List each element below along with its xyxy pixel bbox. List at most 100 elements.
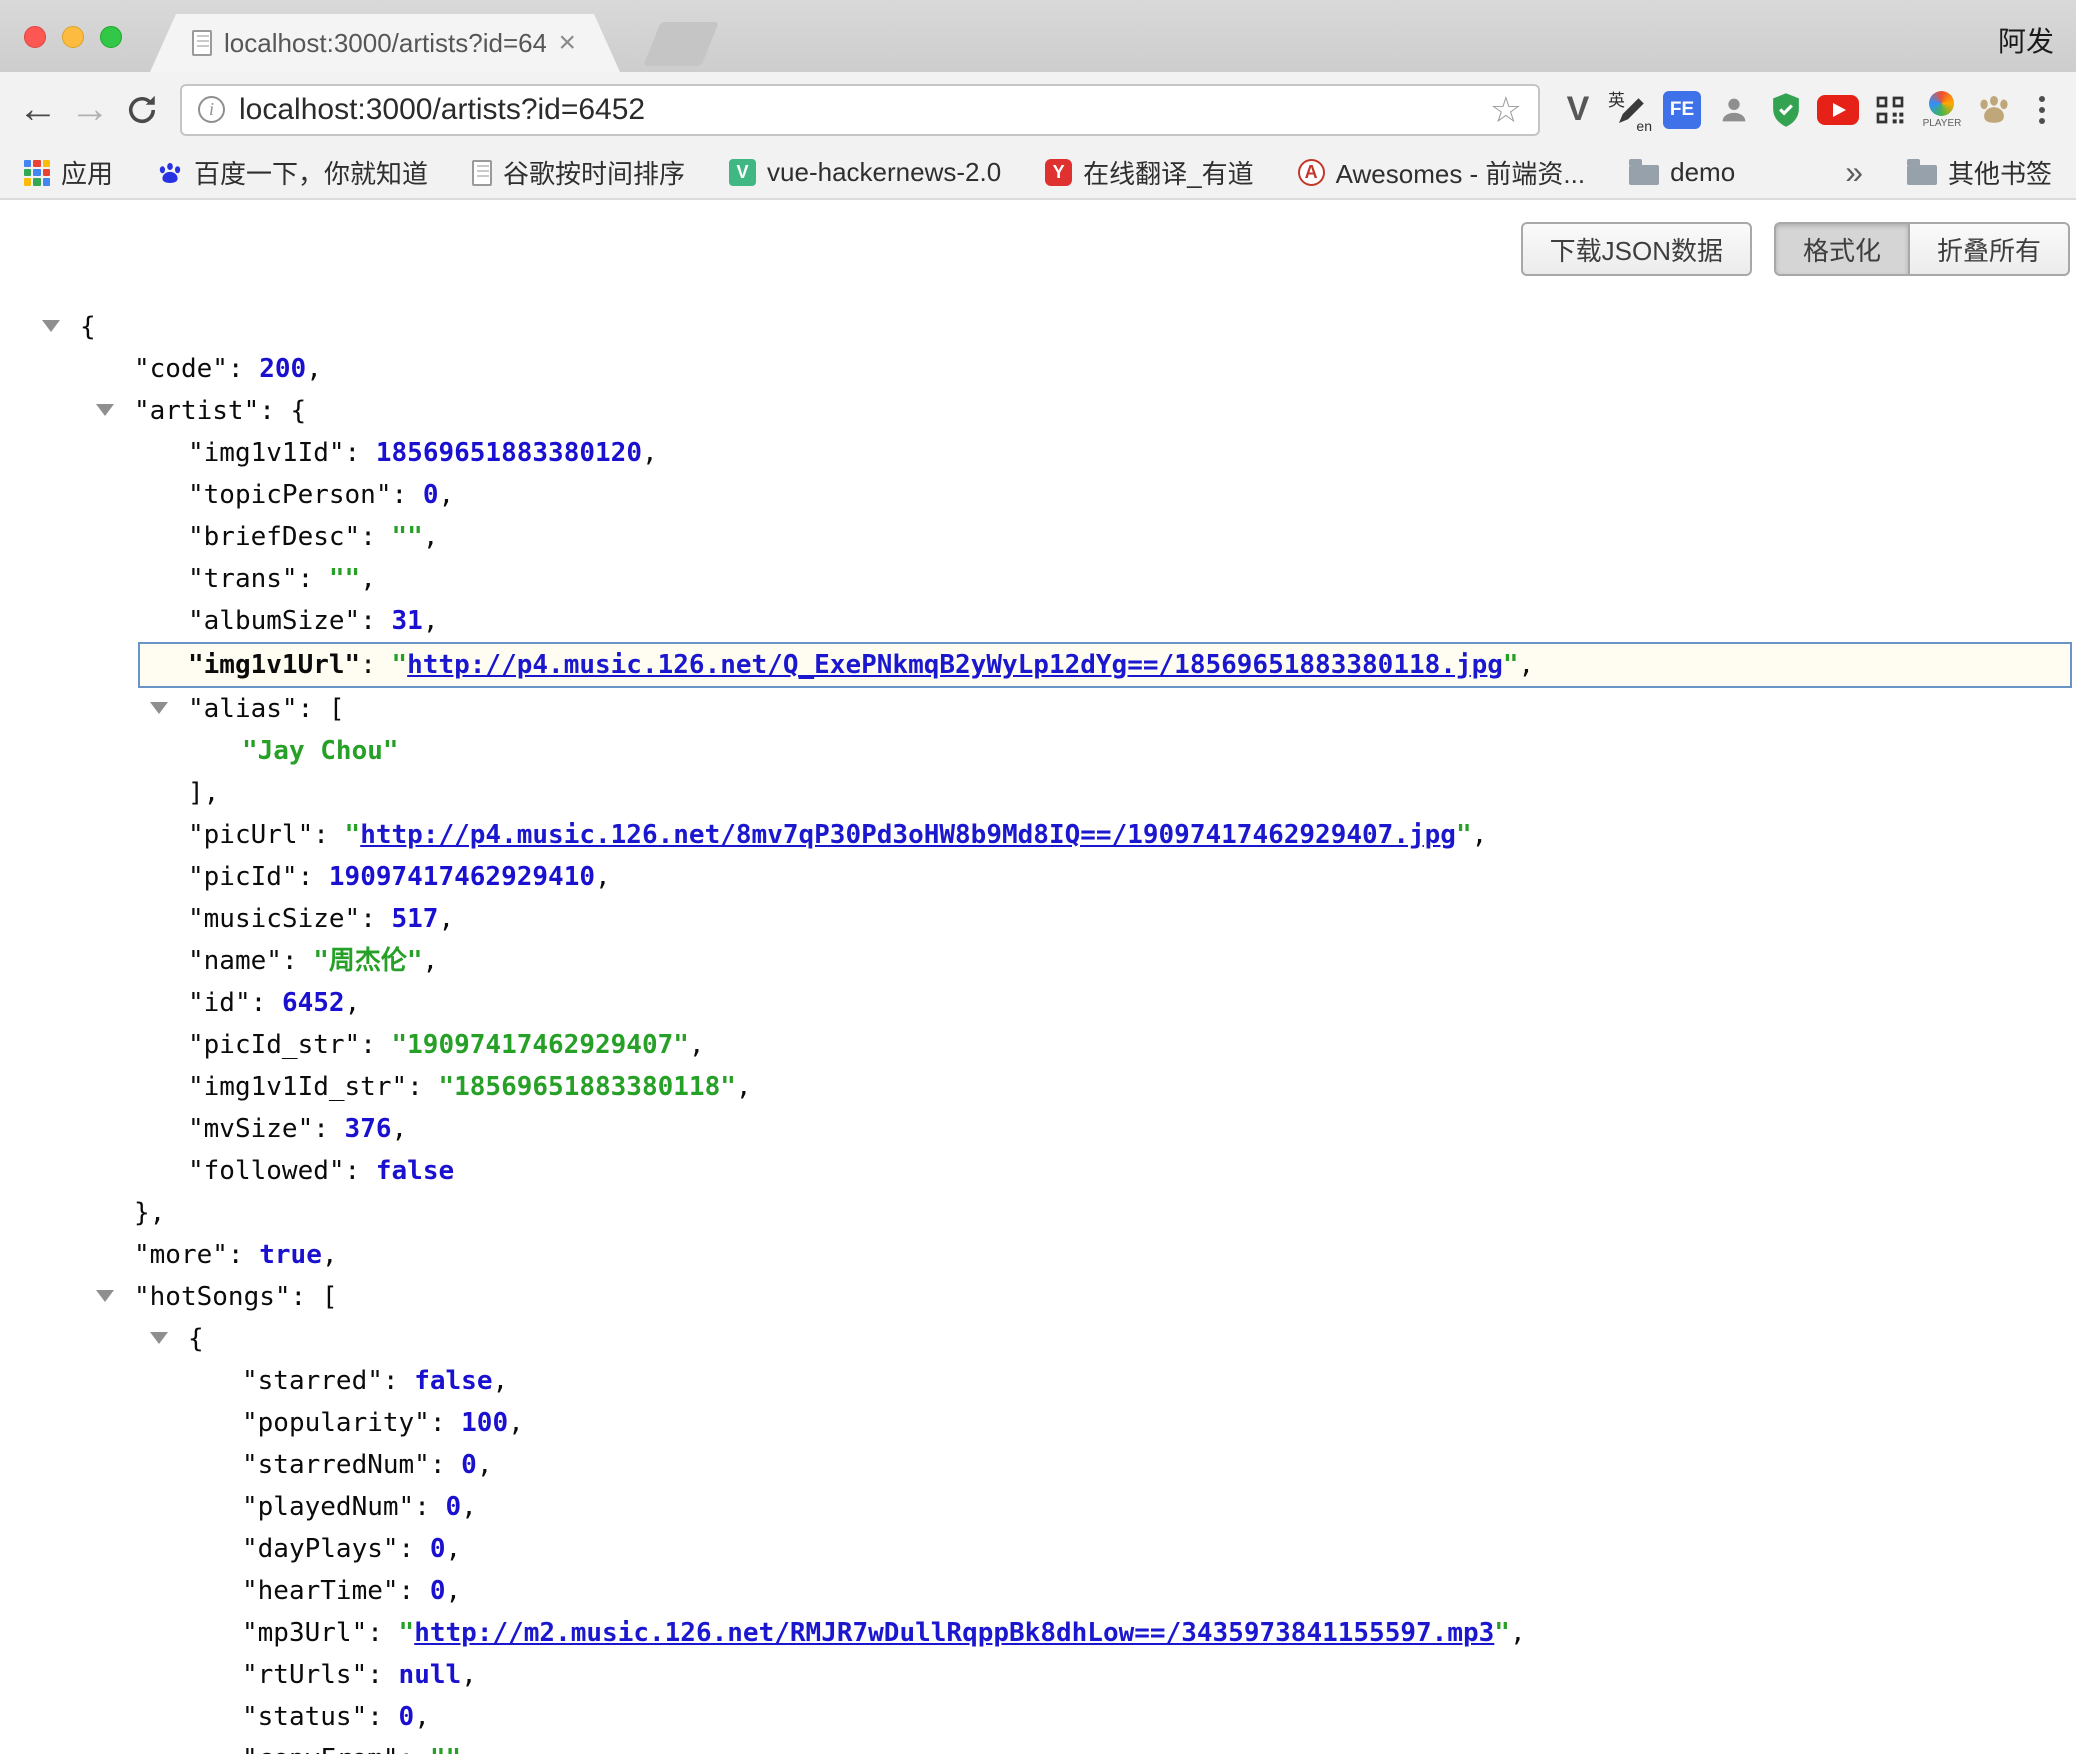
json-line: "dayPlays": 0, <box>0 1528 2076 1570</box>
bookmark-awesomes[interactable]: A Awesomes - 前端资... <box>1298 154 1585 191</box>
qrcode-extension-icon[interactable] <box>1864 80 1916 140</box>
json-line: "picId": 19097417462929410, <box>0 856 2076 898</box>
bookmark-apps[interactable]: 应用 <box>24 154 113 191</box>
minimize-window-button[interactable] <box>62 26 84 48</box>
json-token-p: , <box>461 1744 477 1754</box>
json-token-n: false <box>376 1156 454 1186</box>
json-token-p: { <box>188 1324 204 1354</box>
download-json-button[interactable]: 下载JSON数据 <box>1521 222 1752 276</box>
collapse-toggle-icon[interactable] <box>150 702 168 714</box>
paw-extension-icon[interactable] <box>1968 80 2020 140</box>
json-token-s: " <box>345 820 361 850</box>
tab-close-icon[interactable]: × <box>558 28 576 58</box>
json-line: "id": 6452, <box>0 982 2076 1024</box>
browser-tab[interactable]: localhost:3000/artists?id=645 × <box>150 14 620 72</box>
json-line: "alias": [ <box>0 688 2076 730</box>
json-line: "musicSize": 517, <box>0 898 2076 940</box>
json-token-k: "picId" <box>188 862 298 892</box>
bookmark-label: demo <box>1670 157 1735 188</box>
translate-extension-icon[interactable]: 英 en <box>1604 80 1656 140</box>
json-line: "name": "周杰伦", <box>0 940 2076 982</box>
json-token-p: , <box>360 564 376 594</box>
json-token-p: : <box>399 1534 430 1564</box>
account-extension-icon[interactable] <box>1708 80 1760 140</box>
collapse-toggle-icon[interactable] <box>42 320 60 332</box>
close-window-button[interactable] <box>24 26 46 48</box>
json-token-p: , <box>461 1660 477 1690</box>
bookmarks-overflow-button[interactable]: » <box>1845 154 1863 191</box>
json-token-p: , <box>414 1702 430 1732</box>
json-line: }, <box>0 1192 2076 1234</box>
bookmark-star-icon[interactable]: ☆ <box>1490 92 1522 128</box>
player-extension-icon[interactable]: PLAYER <box>1916 80 1968 140</box>
vimium-extension-icon[interactable]: V <box>1552 80 1604 140</box>
json-token-k: "picId_str" <box>188 1030 360 1060</box>
json-url-link[interactable]: http://m2.music.126.net/RMJR7wDullRqppBk… <box>414 1618 1494 1648</box>
new-tab-button[interactable] <box>643 22 719 66</box>
json-token-n: 18569651883380120 <box>376 438 642 468</box>
json-line: "followed": false <box>0 1150 2076 1192</box>
json-token-p: : <box>345 1156 376 1186</box>
json-token-p: : <box>251 988 282 1018</box>
page-favicon-icon <box>192 30 212 56</box>
json-token-n: 0 <box>461 1450 477 1480</box>
json-token-p: : <box>298 862 329 892</box>
json-token-n: 0 <box>446 1492 462 1522</box>
json-token-p: , <box>595 862 611 892</box>
json-token-p: : <box>367 1660 398 1690</box>
page-info-icon[interactable]: i <box>198 96 225 123</box>
json-token-p: , <box>438 480 454 510</box>
bookmark-label: 谷歌按时间排序 <box>503 154 685 191</box>
json-token-p: : [ <box>291 1282 338 1312</box>
url-input[interactable]: localhost:3000/artists?id=6452 <box>239 93 1476 127</box>
zoom-window-button[interactable] <box>100 26 122 48</box>
awesomes-icon: A <box>1298 159 1325 186</box>
back-button[interactable]: ← <box>12 84 64 136</box>
shield-extension-icon[interactable] <box>1760 80 1812 140</box>
json-token-p: : <box>399 1744 430 1754</box>
bookmark-baidu[interactable]: 百度一下，你就知道 <box>157 154 428 191</box>
json-token-p: , <box>392 1114 408 1144</box>
json-token-n: 376 <box>345 1114 392 1144</box>
json-token-p: : <box>298 564 329 594</box>
json-line: { <box>0 306 2076 348</box>
format-button[interactable]: 格式化 <box>1774 222 1908 276</box>
collapse-all-button[interactable]: 折叠所有 <box>1908 222 2070 276</box>
json-token-p: , <box>736 1072 752 1102</box>
reload-button[interactable] <box>116 84 168 136</box>
json-token-s: " <box>1456 820 1472 850</box>
bookmark-vue-hackernews[interactable]: V vue-hackernews-2.0 <box>729 157 1001 188</box>
view-mode-segment: 格式化 折叠所有 <box>1774 222 2070 276</box>
folder-icon <box>1629 165 1659 185</box>
json-token-p: : <box>430 1450 461 1480</box>
json-line: "trans": "", <box>0 558 2076 600</box>
json-token-s: "" <box>392 522 423 552</box>
collapse-toggle-icon[interactable] <box>96 1290 114 1302</box>
fe-extension-icon[interactable]: FE <box>1656 80 1708 140</box>
json-token-p: : <box>360 606 391 636</box>
json-token-k: "dayPlays" <box>242 1534 399 1564</box>
json-token-p: : <box>414 1492 445 1522</box>
json-token-n: 0 <box>423 480 439 510</box>
bookmark-youdao[interactable]: Y 在线翻译_有道 <box>1045 154 1253 191</box>
bookmark-demo-folder[interactable]: demo <box>1629 157 1735 188</box>
browser-menu-button[interactable] <box>2020 88 2064 132</box>
youtube-extension-icon[interactable] <box>1812 80 1864 140</box>
json-token-k: "mp3Url" <box>242 1618 367 1648</box>
json-token-p: , <box>477 1450 493 1480</box>
json-token-k: "img1v1Id" <box>188 438 345 468</box>
other-bookmarks-folder[interactable]: 其他书签 <box>1907 154 2052 191</box>
player-label: PLAYER <box>1923 118 1962 129</box>
json-line: "briefDesc": "", <box>0 516 2076 558</box>
json-url-link[interactable]: http://p4.music.126.net/8mv7qP30Pd3oHW8b… <box>360 820 1456 850</box>
json-token-n: 0 <box>430 1576 446 1606</box>
json-token-p: { <box>80 312 96 342</box>
baidu-paw-icon <box>157 160 183 186</box>
collapse-toggle-icon[interactable] <box>150 1332 168 1344</box>
bookmark-google-sort[interactable]: 谷歌按时间排序 <box>472 154 685 191</box>
collapse-toggle-icon[interactable] <box>96 404 114 416</box>
url-bar[interactable]: i localhost:3000/artists?id=6452 ☆ <box>180 84 1540 136</box>
json-token-p: : <box>367 1618 398 1648</box>
json-url-link[interactable]: http://p4.music.126.net/Q_ExePNkmqB2yWyL… <box>407 650 1503 680</box>
json-line: "code": 200, <box>0 348 2076 390</box>
